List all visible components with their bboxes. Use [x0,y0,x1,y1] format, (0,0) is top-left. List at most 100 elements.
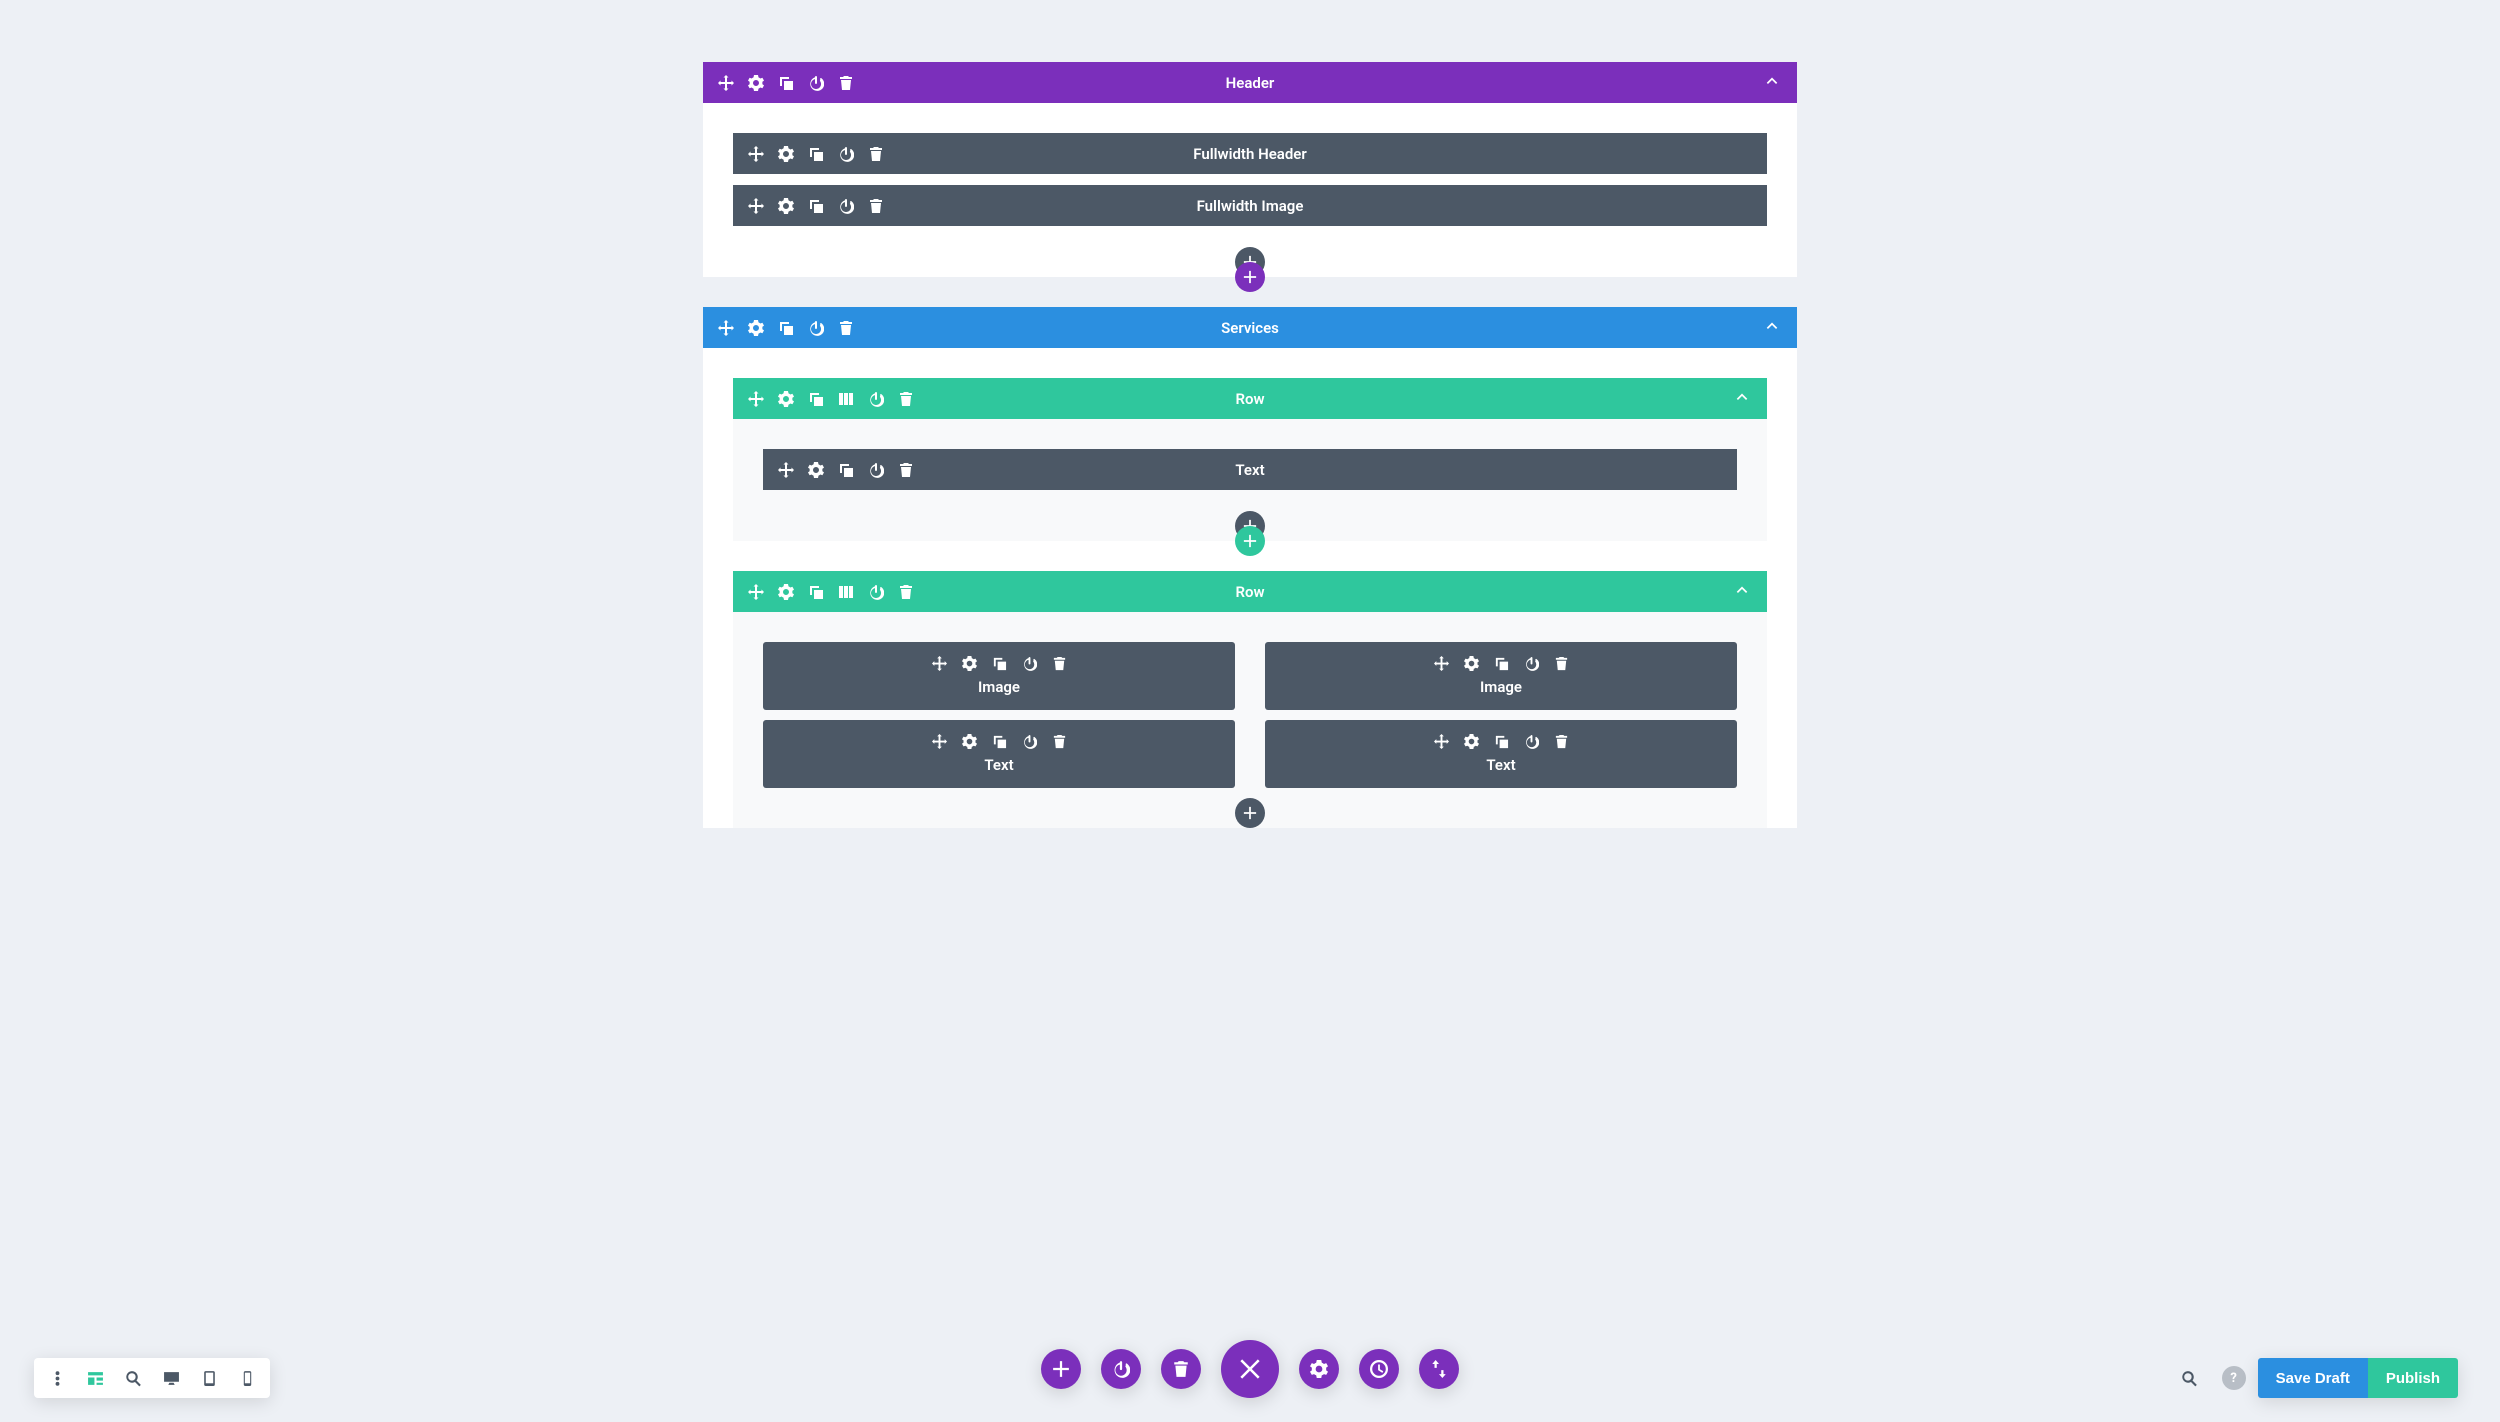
trash-icon[interactable] [867,145,885,163]
dock-plus-button[interactable] [1041,1349,1081,1389]
dock-power-button[interactable] [1101,1349,1141,1389]
power-icon[interactable] [807,74,825,92]
help-button[interactable]: ? [2222,1366,2246,1390]
publish-button[interactable]: Publish [2368,1358,2458,1398]
move-icon[interactable] [777,461,795,479]
power-icon[interactable] [867,461,885,479]
dock-history-button[interactable] [1359,1349,1399,1389]
duplicate-icon[interactable] [807,390,825,408]
row-bar[interactable]: Row [733,378,1767,419]
trash-icon[interactable] [1050,654,1068,672]
module-card-text[interactable]: Text [763,720,1235,788]
power-icon[interactable] [867,583,885,601]
duplicate-icon[interactable] [837,461,855,479]
section-label: Header [1226,74,1275,92]
duplicate-icon[interactable] [990,732,1008,750]
zoom-icon[interactable] [114,1359,152,1397]
duplicate-icon[interactable] [777,74,795,92]
move-icon[interactable] [717,74,735,92]
gear-icon[interactable] [777,583,795,601]
move-icon[interactable] [1432,732,1450,750]
module-card-image[interactable]: Image [763,642,1235,710]
module-bar-fullwidth-image[interactable]: Fullwidth Image [733,185,1767,226]
duplicate-icon[interactable] [807,145,825,163]
move-icon[interactable] [717,319,735,337]
module-label: Image [763,678,1235,696]
power-icon[interactable] [867,390,885,408]
columns-icon[interactable] [837,583,855,601]
row-bar[interactable]: Row [733,571,1767,612]
trash-icon[interactable] [867,197,885,215]
move-icon[interactable] [930,732,948,750]
menu-icon[interactable] [38,1359,76,1397]
trash-icon[interactable] [1050,732,1068,750]
dock-reorder-button[interactable] [1419,1349,1459,1389]
move-icon[interactable] [747,197,765,215]
move-icon[interactable] [1432,654,1450,672]
duplicate-icon[interactable] [990,654,1008,672]
module-card-image[interactable]: Image [1265,642,1737,710]
search-icon[interactable] [2170,1358,2210,1398]
gear-icon[interactable] [777,145,795,163]
gear-icon[interactable] [807,461,825,479]
gear-icon[interactable] [777,390,795,408]
gear-icon[interactable] [960,654,978,672]
power-icon[interactable] [837,145,855,163]
module-card-icons [763,654,1235,672]
section-bar-services[interactable]: Services [703,307,1797,348]
dock-trash-button[interactable] [1161,1349,1201,1389]
dock-right: ? Save Draft Publish [2170,1358,2458,1398]
power-icon[interactable] [807,319,825,337]
gear-icon[interactable] [747,74,765,92]
chevron-up-icon[interactable] [1735,390,1749,408]
add-row-button[interactable] [1235,526,1265,556]
add-module-button[interactable] [1235,798,1265,828]
module-bar-text[interactable]: Text [763,449,1737,490]
desktop-view-icon[interactable] [152,1359,190,1397]
gear-icon[interactable] [960,732,978,750]
move-icon[interactable] [930,654,948,672]
duplicate-icon[interactable] [1492,654,1510,672]
trash-icon[interactable] [1552,654,1570,672]
dock-gear-button[interactable] [1299,1349,1339,1389]
trash-icon[interactable] [897,583,915,601]
tablet-view-icon[interactable] [190,1359,228,1397]
duplicate-icon[interactable] [777,319,795,337]
column: Image Text [1265,642,1737,788]
module-label: Text [1235,461,1264,479]
move-icon[interactable] [747,145,765,163]
gear-icon[interactable] [747,319,765,337]
module-card-text[interactable]: Text [1265,720,1737,788]
duplicate-icon[interactable] [807,197,825,215]
power-icon[interactable] [1522,654,1540,672]
trash-icon[interactable] [1552,732,1570,750]
module-bar-fullwidth-header[interactable]: Fullwidth Header [733,133,1767,174]
power-icon[interactable] [1522,732,1540,750]
gear-icon[interactable] [1462,654,1480,672]
save-draft-button[interactable]: Save Draft [2258,1358,2368,1398]
phone-view-icon[interactable] [228,1359,266,1397]
dock-close-button[interactable] [1221,1340,1279,1398]
gear-icon[interactable] [1462,732,1480,750]
wireframe-view-icon[interactable] [76,1359,114,1397]
columns-icon[interactable] [837,390,855,408]
section-bar-header[interactable]: Header [703,62,1797,103]
power-icon[interactable] [837,197,855,215]
trash-icon[interactable] [897,390,915,408]
trash-icon[interactable] [837,319,855,337]
power-icon[interactable] [1020,654,1038,672]
add-section-button[interactable] [1235,262,1265,292]
duplicate-icon[interactable] [807,583,825,601]
duplicate-icon[interactable] [1492,732,1510,750]
gear-icon[interactable] [777,197,795,215]
move-icon[interactable] [747,390,765,408]
move-icon[interactable] [747,583,765,601]
chevron-up-icon[interactable] [1765,74,1779,92]
chevron-up-icon[interactable] [1735,583,1749,601]
trash-icon[interactable] [837,74,855,92]
chevron-up-icon[interactable] [1765,319,1779,337]
builder-canvas: Header Fullwidth Header Fullwidth Image [703,0,1797,968]
power-icon[interactable] [1020,732,1038,750]
module-bar-icons [733,145,899,163]
trash-icon[interactable] [897,461,915,479]
